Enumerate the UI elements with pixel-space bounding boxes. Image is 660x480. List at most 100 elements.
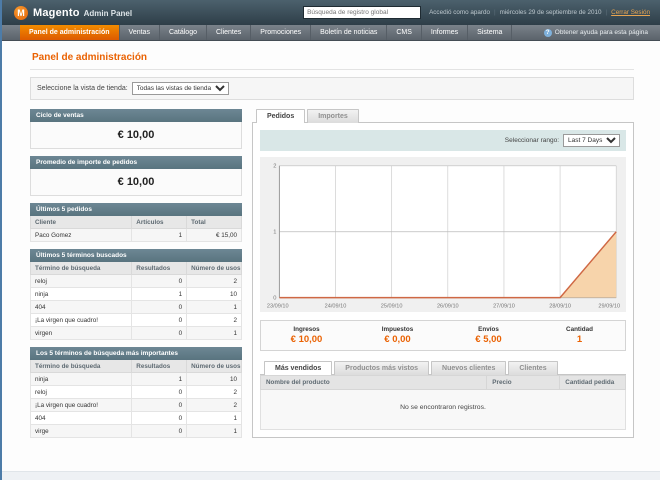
table-row: virge 0 1 (29, 424, 242, 438)
nav-item[interactable]: Ventas (120, 25, 160, 40)
table-cell: 1 (131, 287, 188, 301)
bottom-tabs: Más vendidos Productos más vistos Nuevos c… (260, 361, 626, 376)
table-row: reloj 0 2 (29, 274, 242, 288)
orders-panel: Seleccionar rango: Last 7 Days 0 1 2 23/09/… (252, 123, 634, 439)
nav-item[interactable]: Sistema (468, 25, 513, 40)
table-cell: 1 (186, 424, 242, 438)
app-header: M Magento Admin Panel Accedió como apard… (2, 0, 660, 25)
table-cell: 0 (131, 385, 188, 399)
nav-item[interactable]: Panel de administración (20, 25, 120, 40)
table-cell: € 15,00 (186, 228, 242, 242)
average-orders-value: € 10,00 (30, 169, 242, 196)
column-header: Cantidad pedida (559, 375, 626, 391)
last-orders-box: Últimos 5 pedidos Cliente Artículos Total P… (29, 203, 242, 242)
store-view-select[interactable]: Todas las vistas de tienda (131, 82, 229, 95)
range-label: Seleccionar rango: (504, 137, 559, 144)
nav-item[interactable]: Informes (422, 25, 469, 40)
lifetime-sales-box: Ciclo de ventas € 10,00 (30, 109, 242, 149)
table-row: ¡La virgen que cuadro! 0 2 (29, 398, 242, 412)
svg-text:1: 1 (273, 230, 276, 236)
current-date: miércoles 29 de septiembre de 2010 (499, 9, 602, 16)
last-orders-table: Cliente Artículos Total Paco Gomez 1 € 15,00 (29, 216, 242, 242)
svg-text:29/09/10: 29/09/10 (598, 303, 620, 309)
table-cell: virge (29, 424, 133, 438)
table-cell: 0 (131, 313, 188, 327)
svg-text:26/09/10: 26/09/10 (437, 303, 459, 309)
tab[interactable]: Pedidos (256, 109, 306, 123)
svg-text:23/09/10: 23/09/10 (267, 303, 289, 309)
column-header: Resultados (131, 360, 188, 373)
table-cell: reloj (29, 385, 133, 399)
svg-text:28/09/10: 28/09/10 (549, 303, 571, 309)
column-header: Término de búsqueda (29, 262, 133, 275)
nav-item[interactable]: Catálogo (160, 25, 207, 40)
svg-text:27/09/10: 27/09/10 (493, 303, 515, 309)
table-cell: 0 (131, 300, 188, 314)
table-row: ninja 1 10 (29, 287, 242, 301)
global-search-input[interactable] (303, 6, 422, 19)
table-cell: 0 (131, 411, 188, 425)
table-cell: 0 (131, 424, 188, 438)
total-stat: Ingresos € 10,00 (261, 326, 352, 345)
total-stat: Envíos € 5,00 (443, 326, 534, 345)
table-cell: 1 (186, 326, 242, 340)
total-stat-value: € 5,00 (475, 334, 502, 346)
help-link[interactable]: ? Obtener ayuda para esta página (543, 25, 660, 40)
svg-text:24/09/10: 24/09/10 (325, 303, 347, 309)
column-header: Número de usos (186, 360, 242, 373)
column-header: Total (186, 216, 242, 229)
table-row: reloj 0 2 (29, 385, 242, 399)
table-row: Paco Gomez 1 € 15,00 (29, 228, 242, 242)
total-stat: Cantidad 1 (534, 326, 625, 345)
table-row: ¡La virgen que cuadro! 0 2 (29, 313, 242, 327)
nav-item[interactable]: Boletín de noticias (311, 25, 388, 40)
tab[interactable]: Importes (307, 109, 359, 123)
top-search-terms-box: Los 5 términos de búsqueda más important… (29, 347, 242, 438)
table-cell: 1 (186, 411, 242, 425)
orders-chart: 0 1 2 23/09/10 24/09/10 25/09/10 26/09/10 27/09… (260, 157, 626, 313)
page-title: Panel de administración (30, 47, 634, 70)
logout-link[interactable]: Cerrar Sesión (611, 9, 650, 16)
tab[interactable]: Productos más vistos (334, 361, 430, 376)
bestsellers-table: Nombre del producto Precio Cantidad pedida (259, 375, 626, 391)
total-stat: Impuestos € 0,00 (352, 326, 443, 345)
tab[interactable]: Clientes (508, 361, 558, 376)
last-search-terms-box: Últimos 5 términos buscados Término de b… (29, 249, 242, 340)
total-stat-label: Ingresos (293, 326, 320, 334)
nav-item[interactable]: Promociones (251, 25, 312, 40)
table-row: 404 0 1 (29, 300, 242, 314)
table-cell: 2 (186, 385, 242, 399)
column-header: Cliente (29, 216, 133, 229)
column-header: Resultados (131, 262, 188, 275)
main-nav: Panel de administración Ventas Catálogo Cli… (20, 25, 513, 40)
column-header: Término de búsqueda (29, 360, 133, 373)
range-bar: Seleccionar rango: Last 7 Days (260, 130, 626, 151)
table-cell: ¡La virgen que cuadro! (29, 313, 133, 327)
table-row: 404 0 1 (29, 411, 242, 425)
orders-tabs: Pedidos Importes (252, 109, 634, 123)
column-header: Precio (486, 375, 561, 391)
help-icon: ? (543, 28, 552, 37)
separator: | (493, 9, 496, 16)
table-cell: 404 (29, 411, 133, 425)
svg-text:25/09/10: 25/09/10 (381, 303, 403, 309)
tab[interactable]: Nuevos clientes (431, 361, 507, 376)
nav-item[interactable]: CMS (387, 25, 422, 40)
average-orders-title: Promedio de importe de pedidos (30, 156, 242, 169)
table-cell: ninja (29, 287, 133, 301)
orders-chart-svg: 0 1 2 23/09/10 24/09/10 25/09/10 26/09/10 27/09… (267, 164, 620, 310)
table-cell: Paco Gomez (29, 228, 133, 242)
help-label: Obtener ayuda para esta página (554, 29, 648, 36)
table-cell: ¡La virgen que cuadro! (29, 398, 133, 412)
brand-suffix: Admin Panel (83, 9, 133, 18)
top-search-terms-title: Los 5 términos de búsqueda más important… (30, 347, 242, 360)
account-info: Accedió como apardo | miércoles 29 de se… (429, 9, 650, 16)
table-cell: 0 (131, 274, 188, 288)
table-cell: 1 (131, 228, 188, 242)
magento-logo-icon: M (14, 5, 28, 20)
range-select[interactable]: Last 7 Days (563, 134, 620, 147)
nav-item[interactable]: Clientes (207, 25, 252, 40)
total-stat-label: Impuestos (381, 326, 414, 334)
store-view-label: Seleccione la vista de tienda: (37, 85, 128, 92)
tab[interactable]: Más vendidos (264, 361, 333, 376)
